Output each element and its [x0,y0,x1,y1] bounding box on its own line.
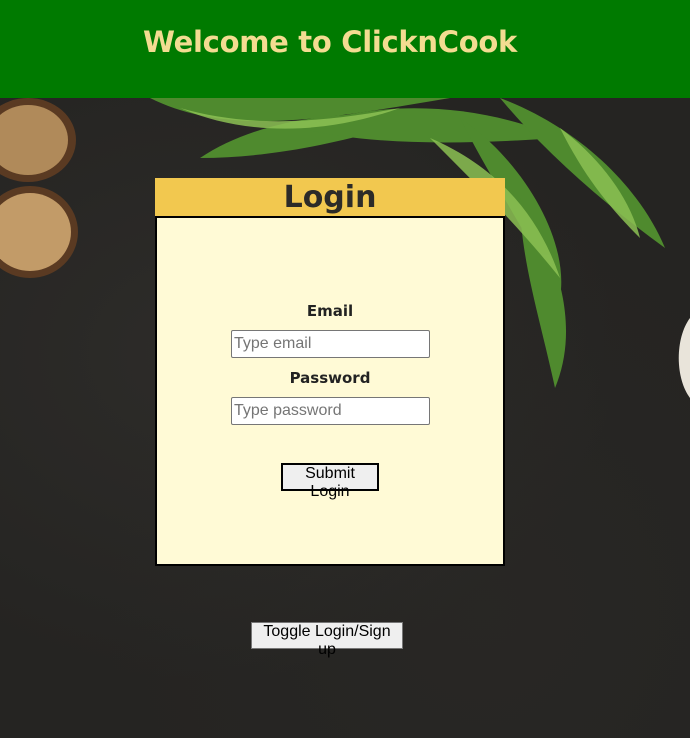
site-title: Welcome to ClicknCook [143,25,517,59]
site-header: Welcome to ClicknCook [0,0,690,98]
email-field[interactable] [231,330,430,358]
submit-login-button[interactable]: Submit Login [281,463,379,500]
toggle-login-signup-button[interactable]: Toggle Login/Sign up [251,622,403,658]
email-label: Email [306,302,354,320]
login-form: Email Password Submit Login [155,216,505,566]
login-title-bar: Login [155,178,505,216]
password-label: Password [289,369,371,387]
login-title: Login [283,180,377,215]
password-field[interactable] [231,397,430,425]
